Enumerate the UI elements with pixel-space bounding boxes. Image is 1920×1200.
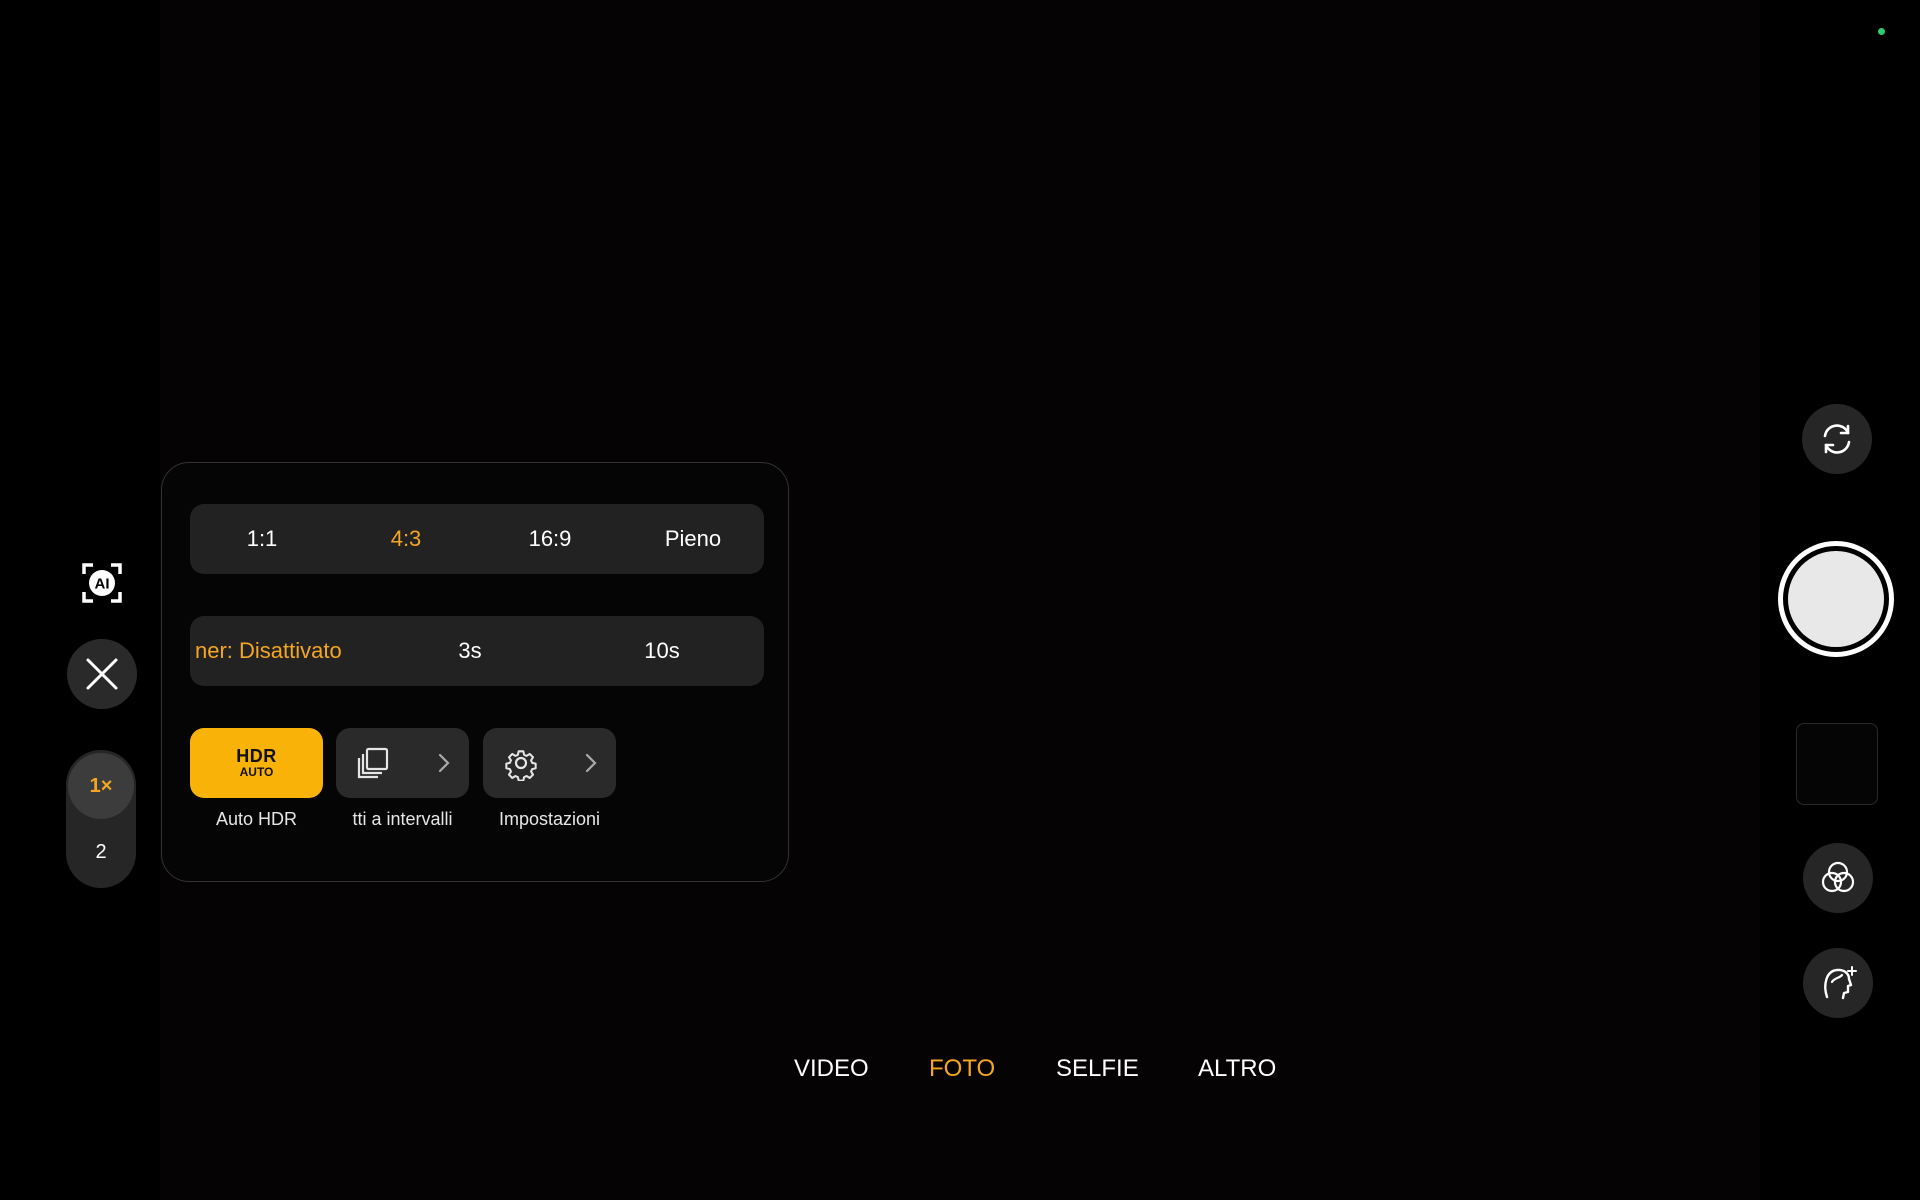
close-panel-button[interactable] bbox=[67, 639, 137, 709]
aspect-option-16-9[interactable]: 16:9 bbox=[478, 504, 622, 574]
chevron-right-icon bbox=[438, 753, 450, 773]
aspect-option-4-3[interactable]: 4:3 bbox=[334, 504, 478, 574]
gear-icon bbox=[505, 750, 537, 781]
face-retouch-icon bbox=[1824, 966, 1857, 1000]
zoom-selector: 1× 2 bbox=[66, 750, 136, 888]
timer-selector: ner: Disattivato 3s 10s bbox=[190, 616, 764, 686]
hdr-badge-sub: AUTO bbox=[239, 765, 274, 779]
mode-video[interactable]: VIDEO bbox=[794, 1055, 869, 1083]
aspect-ratio-selector: 1:1 4:3 16:9 Pieno bbox=[190, 504, 764, 574]
close-icon bbox=[86, 658, 118, 690]
ai-scene-icon[interactable]: AI bbox=[80, 561, 124, 605]
settings-label: Impostazioni bbox=[498, 809, 601, 829]
settings-button[interactable] bbox=[483, 728, 616, 798]
zoom-1x-button[interactable]: 1× bbox=[68, 753, 134, 819]
hdr-badge-main: HDR bbox=[236, 746, 277, 766]
chevron-right-icon bbox=[585, 753, 597, 773]
filters-icon bbox=[1821, 861, 1855, 893]
aspect-option-full[interactable]: Pieno bbox=[622, 504, 764, 574]
hdr-toggle-button[interactable]: HDR AUTO bbox=[190, 728, 323, 798]
switch-camera-button[interactable] bbox=[1802, 404, 1872, 474]
mode-more[interactable]: ALTRO bbox=[1198, 1055, 1276, 1083]
quick-settings-panel: 1:1 4:3 16:9 Pieno ner: Disattivato 3s 1… bbox=[161, 462, 789, 882]
timer-option-off[interactable]: ner: Disattivato bbox=[195, 616, 395, 686]
aspect-option-1-1[interactable]: 1:1 bbox=[190, 504, 334, 574]
burst-photos-icon bbox=[357, 747, 389, 779]
mode-photo[interactable]: FOTO bbox=[929, 1055, 995, 1083]
interval-shots-label: tti a intervalli bbox=[352, 809, 453, 829]
zoom-2x-button[interactable]: 2 bbox=[68, 819, 134, 885]
gallery-thumbnail[interactable] bbox=[1796, 723, 1878, 805]
filters-button[interactable] bbox=[1803, 843, 1873, 913]
beauty-mode-button[interactable] bbox=[1803, 948, 1873, 1018]
svg-text:AI: AI bbox=[95, 576, 110, 593]
mode-selfie[interactable]: SELFIE bbox=[1056, 1055, 1139, 1083]
privacy-indicator-dot bbox=[1878, 28, 1885, 35]
shutter-button[interactable] bbox=[1778, 541, 1894, 657]
switch-camera-icon bbox=[1823, 424, 1851, 454]
interval-shots-button[interactable] bbox=[336, 728, 469, 798]
timer-option-10s[interactable]: 10s bbox=[592, 616, 732, 686]
timer-option-3s[interactable]: 3s bbox=[400, 616, 540, 686]
hdr-label: Auto HDR bbox=[215, 809, 298, 829]
shutter-inner bbox=[1788, 551, 1884, 647]
